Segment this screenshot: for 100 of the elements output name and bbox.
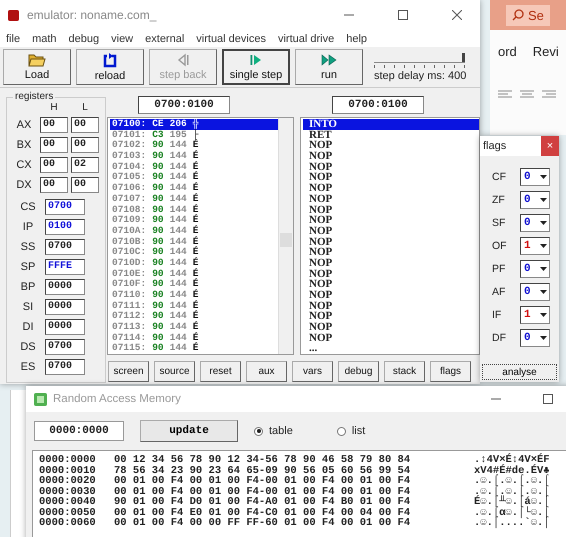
menu-item[interactable]: file (6, 32, 20, 44)
register-field[interactable]: 0700 (45, 339, 85, 355)
address-field[interactable]: 0700:0100 (138, 96, 230, 114)
register-field[interactable]: 0000 (45, 279, 85, 295)
register-field[interactable]: 0700 (45, 239, 85, 255)
ribbon-tab[interactable]: Revi (532, 44, 559, 59)
dropdown-arrow-icon[interactable] (540, 198, 547, 202)
register-field[interactable]: 0000 (45, 299, 85, 315)
code-line[interactable]: NOP (303, 162, 479, 172)
code-line[interactable]: NOP (303, 311, 479, 322)
code-line[interactable]: NOP (303, 204, 479, 216)
flag-dropdown[interactable]: 1 (520, 237, 550, 255)
dropdown-arrow-icon[interactable] (540, 175, 547, 179)
code-line[interactable]: NOP (303, 322, 479, 333)
code-line[interactable]: NOP (303, 140, 479, 152)
register-field[interactable]: 02 (71, 157, 99, 173)
flag-dropdown[interactable]: 0 (520, 260, 550, 278)
analyse-button[interactable]: analyse (482, 364, 557, 380)
register-field[interactable]: 00 (71, 177, 99, 193)
code-line[interactable]: NOP (303, 247, 479, 258)
code-line[interactable]: NOP (303, 332, 479, 344)
code-line[interactable]: NOP (303, 226, 479, 237)
dropdown-arrow-icon[interactable] (540, 290, 547, 294)
menu-item[interactable]: external (145, 32, 184, 44)
code-line[interactable]: NOP (303, 279, 479, 290)
menu-item[interactable]: view (111, 32, 134, 44)
scrollbar[interactable] (278, 118, 293, 354)
dropdown-arrow-icon[interactable] (540, 244, 547, 248)
register-field[interactable]: 00 (40, 177, 68, 193)
panel-button[interactable]: reset (200, 361, 241, 382)
memory-row[interactable]: 07105: 90 144 É (110, 172, 278, 184)
memory-row[interactable]: 0710F: 90 144 É (110, 279, 278, 290)
slider-thumb[interactable] (462, 52, 465, 62)
code-line[interactable]: NOP (303, 151, 479, 162)
search-icon[interactable] (512, 9, 524, 21)
memory-row[interactable]: 07114: 90 144 É (110, 332, 278, 344)
panel-button[interactable]: debug (338, 361, 379, 382)
code-line[interactable]: NOP (303, 258, 479, 269)
memory-row[interactable]: 07102: 90 144 É (110, 140, 278, 152)
close-button[interactable]: × (541, 136, 559, 156)
maximize-icon[interactable] (398, 10, 408, 20)
code-line[interactable]: NOP (303, 300, 479, 312)
panel-button[interactable]: source (154, 361, 195, 382)
maximize-icon[interactable] (543, 394, 553, 404)
ribbon-tab[interactable]: ord (498, 44, 517, 59)
close-icon[interactable] (452, 10, 462, 20)
code-line[interactable]: NOP (303, 194, 479, 204)
memory-row[interactable]: 0710B: 90 144 É (110, 236, 278, 248)
toolbar-button[interactable]: single step (222, 49, 290, 85)
toolbar-button[interactable]: run (295, 49, 363, 85)
address-field[interactable]: 0000:0000 (34, 421, 124, 441)
code-line[interactable]: NOP (303, 183, 479, 194)
memory-row[interactable]: 07103: 90 144 É (110, 151, 278, 162)
code-line[interactable]: NOP (303, 236, 479, 248)
register-field[interactable]: 0700 (45, 359, 85, 375)
menu-item[interactable]: virtual drive (278, 32, 334, 44)
radio-button[interactable] (336, 426, 346, 436)
register-field[interactable]: 00 (40, 117, 68, 133)
memory-row[interactable]: 0710A: 90 144 É (110, 226, 278, 237)
memory-row[interactable]: 0710E: 90 144 É (110, 268, 278, 280)
radio-label[interactable]: table (269, 425, 293, 437)
dropdown-arrow-icon[interactable] (540, 336, 547, 340)
panel-button[interactable]: vars (292, 361, 333, 382)
menu-item[interactable]: math (32, 32, 57, 44)
toolbar-button[interactable]: reload (76, 49, 144, 85)
code-line[interactable]: NOP (303, 290, 479, 301)
panel-button[interactable]: aux (246, 361, 287, 382)
code-line[interactable]: NOP (303, 215, 479, 226)
register-field[interactable]: 0700 (45, 199, 85, 215)
register-field[interactable]: 00 (71, 117, 99, 133)
align-icon[interactable] (496, 89, 556, 99)
dropdown-arrow-icon[interactable] (540, 313, 547, 317)
flag-dropdown[interactable]: 0 (520, 191, 550, 209)
radio-button[interactable] (254, 426, 263, 436)
memory-row[interactable]: 07112: 90 144 É (110, 311, 278, 322)
delay-slider[interactable] (374, 52, 465, 62)
panel-button[interactable]: flags (430, 361, 471, 382)
memory-row[interactable]: 07104: 90 144 É (110, 162, 278, 172)
register-field[interactable]: 00 (71, 137, 99, 153)
memory-row[interactable]: 07110: 90 144 É (110, 290, 278, 301)
menu-item[interactable]: debug (68, 32, 100, 44)
menu-item[interactable]: virtual devices (196, 32, 266, 44)
flag-dropdown[interactable]: 1 (520, 306, 550, 324)
memory-row[interactable]: 07108: 90 144 É (110, 204, 278, 216)
memory-row[interactable]: 07107: 90 144 É (110, 194, 278, 204)
memory-row[interactable]: 07115: 90 144 É (110, 343, 278, 354)
dropdown-arrow-icon[interactable] (540, 267, 547, 271)
register-field[interactable]: 0100 (45, 219, 85, 235)
register-field[interactable]: 00 (40, 157, 68, 173)
memory-row[interactable]: 07113: 90 144 É (110, 322, 278, 333)
flag-dropdown[interactable]: 0 (520, 329, 550, 347)
flag-dropdown[interactable]: 0 (520, 168, 550, 186)
memory-row[interactable]: 07106: 90 144 É (110, 183, 278, 194)
memory-row[interactable]: 0710C: 90 144 É (110, 247, 278, 258)
toolbar-button[interactable]: Load (3, 49, 71, 85)
menu-item[interactable]: help (346, 32, 368, 44)
memory-row[interactable]: 07109: 90 144 É (110, 215, 278, 226)
code-line[interactable]: NOP (303, 268, 479, 280)
code-line[interactable]: RET (303, 130, 479, 140)
address-field[interactable]: 0700:0100 (332, 96, 424, 114)
